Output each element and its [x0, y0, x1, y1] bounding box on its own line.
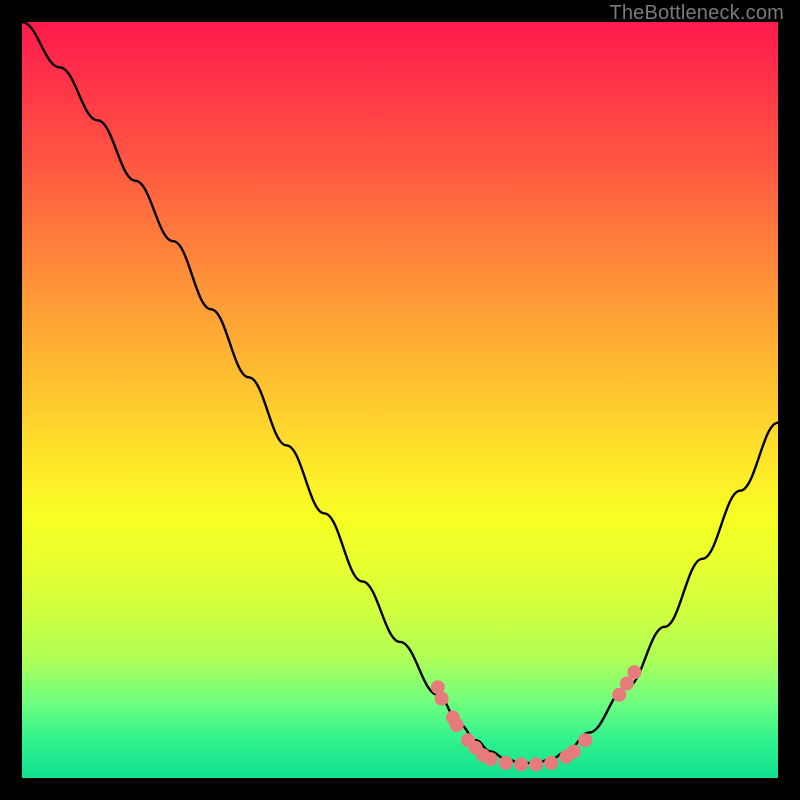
data-marker: [567, 745, 581, 759]
data-marker: [627, 665, 641, 679]
bottleneck-curve: [22, 22, 778, 763]
data-marker: [484, 752, 498, 766]
data-marker: [499, 756, 513, 770]
data-marker: [544, 756, 558, 770]
chart-frame: TheBottleneck.com: [0, 0, 800, 800]
data-marker: [514, 757, 528, 771]
data-markers: [431, 665, 642, 771]
data-marker: [529, 757, 543, 771]
data-marker: [450, 718, 464, 732]
bottleneck-curve-svg: [22, 22, 778, 778]
watermark-text: TheBottleneck.com: [609, 2, 784, 25]
data-marker: [578, 733, 592, 747]
data-marker: [435, 692, 449, 706]
